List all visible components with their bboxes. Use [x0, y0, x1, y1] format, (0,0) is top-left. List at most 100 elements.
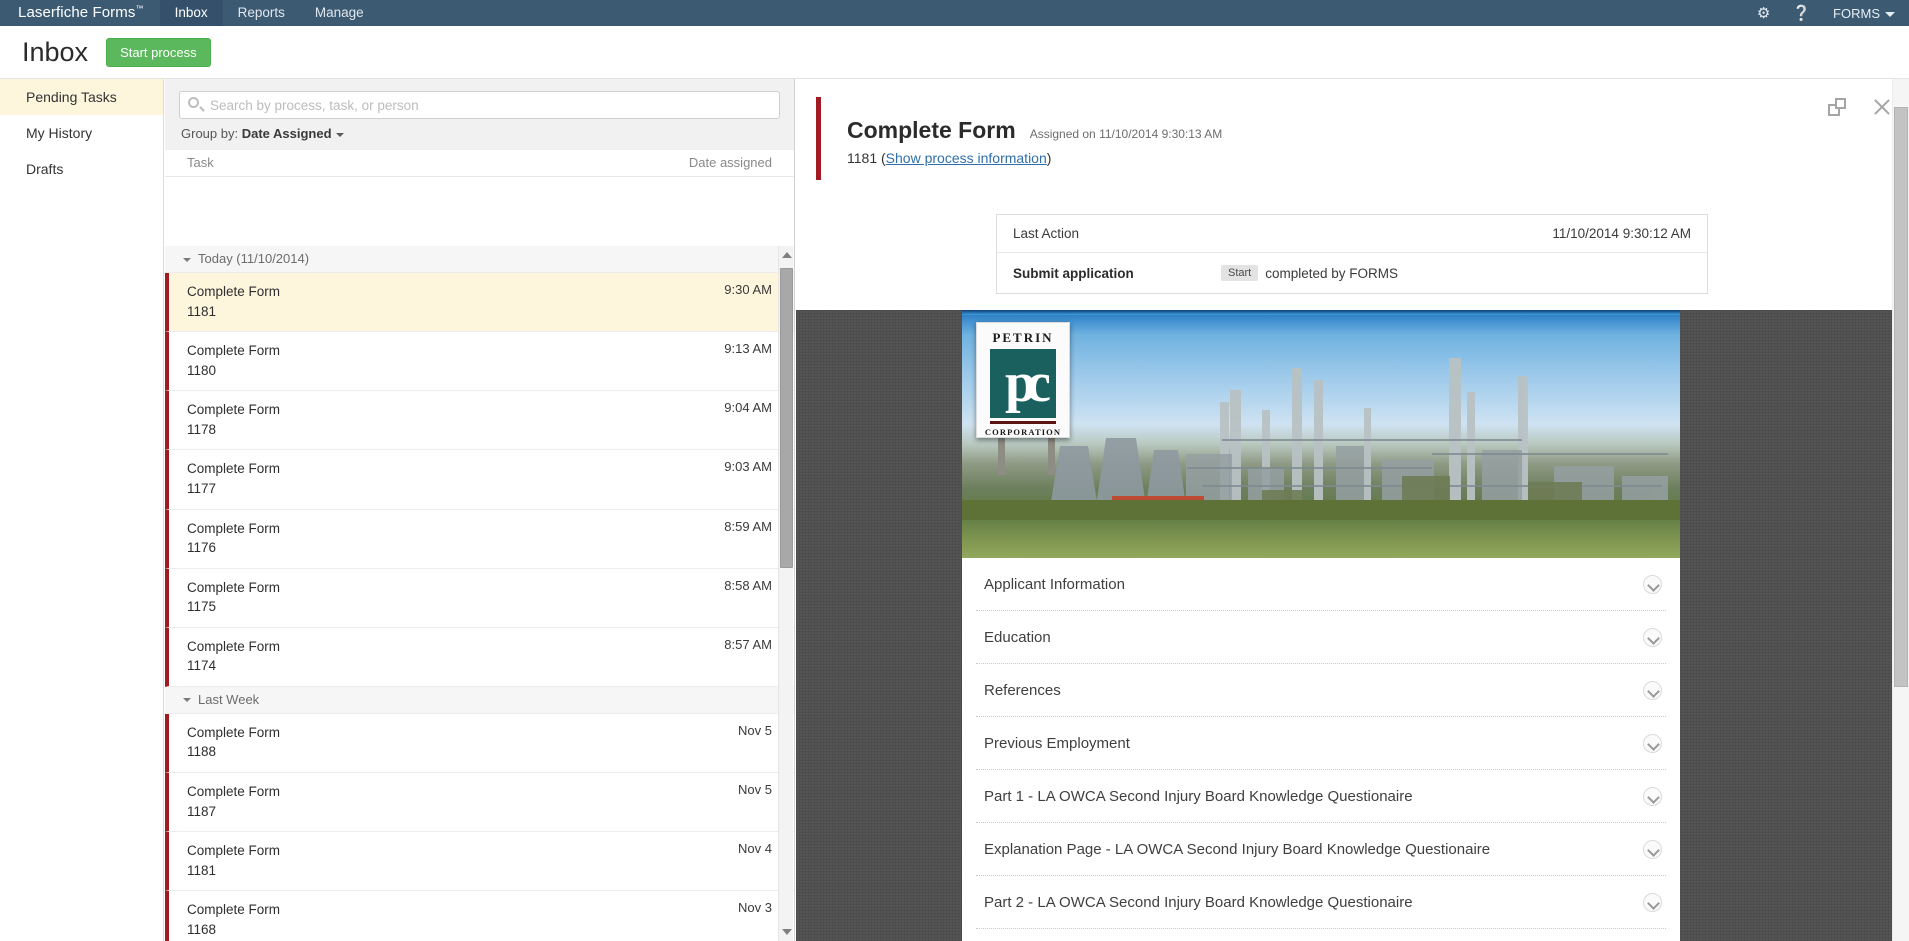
- user-menu-label: FORMS: [1833, 6, 1880, 21]
- task-row-main: Complete Form 1181: [169, 282, 280, 321]
- sidebar-item-pending-tasks[interactable]: Pending Tasks: [0, 79, 163, 115]
- task-row-main: Complete Form 1177: [169, 459, 280, 498]
- logo-word-corporation: CORPORATION: [985, 427, 1061, 437]
- column-header-date: Date assigned: [689, 155, 794, 170]
- task-group-label: Last Week: [198, 692, 259, 707]
- form-viewer: PETRIN pc CORPORATION Applicant Informat…: [796, 310, 1892, 941]
- form-section-label: References: [984, 682, 1061, 699]
- form-section-part-1-questionaire[interactable]: Part 1 - LA OWCA Second Injury Board Kno…: [976, 770, 1666, 823]
- form-section-part-2-questionaire[interactable]: Part 2 - LA OWCA Second Injury Board Kno…: [976, 876, 1666, 929]
- start-process-button[interactable]: Start process: [106, 38, 211, 67]
- close-icon[interactable]: [1872, 97, 1892, 117]
- sign-post-right: [1048, 435, 1055, 475]
- task-row-main: Complete Form 1176: [169, 519, 280, 558]
- task-id: 1174: [187, 656, 280, 676]
- table-row[interactable]: Complete Form 1174 8:57 AM: [165, 628, 794, 687]
- detail-header: Complete Form Assigned on 11/10/2014 9:3…: [816, 97, 1892, 180]
- chevron-down-icon[interactable]: [1643, 787, 1662, 806]
- status-badge: Start: [1221, 265, 1258, 281]
- show-process-information-link[interactable]: Show process information: [886, 150, 1047, 166]
- table-row[interactable]: Complete Form 1177 9:03 AM: [165, 450, 794, 509]
- paren-close: ): [1047, 150, 1052, 166]
- table-row[interactable]: Complete Form 1178 9:04 AM: [165, 391, 794, 450]
- page-scrollbar-thumb[interactable]: [1894, 107, 1908, 687]
- form-section-explanation-page-questionaire[interactable]: Explanation Page - LA OWCA Second Injury…: [976, 823, 1666, 876]
- chevron-down-icon[interactable]: [1643, 734, 1662, 753]
- logo-word-petrin: PETRIN: [992, 330, 1053, 346]
- group-by-row: Group by: Date Assigned: [165, 119, 794, 150]
- group-by-selector[interactable]: Date Assigned: [242, 126, 344, 141]
- nav-tab-inbox[interactable]: Inbox: [160, 0, 223, 26]
- chevron-down-icon[interactable]: [1643, 575, 1662, 594]
- detail-actions: [1828, 97, 1892, 117]
- chevron-down-icon[interactable]: [1643, 681, 1662, 700]
- task-id: 1181: [187, 302, 280, 322]
- task-list-panel: Group by: Date Assigned Task Date assign…: [165, 79, 795, 941]
- help-icon[interactable]: ❔: [1792, 6, 1811, 21]
- task-name: Complete Form: [187, 341, 280, 361]
- form-sections: Applicant Information Education Referenc…: [962, 558, 1680, 941]
- form-section-education[interactable]: Education: [976, 611, 1666, 664]
- petrin-logo: PETRIN pc CORPORATION: [976, 322, 1070, 438]
- task-id: 1168: [187, 920, 280, 940]
- trademark-symbol: ™: [135, 4, 143, 13]
- task-id: 1188: [187, 742, 280, 762]
- form-section-references[interactable]: References: [976, 664, 1666, 717]
- user-menu[interactable]: FORMS: [1833, 6, 1895, 21]
- task-list-scrollbar[interactable]: [778, 246, 793, 941]
- form-section-applicant-information[interactable]: Applicant Information: [976, 558, 1666, 611]
- task-row-main: Complete Form 1188: [169, 723, 280, 762]
- last-action-step: Submit application: [1013, 266, 1221, 281]
- detail-title: Complete Form: [847, 117, 1016, 144]
- detail-instance-id: 1181: [847, 150, 877, 166]
- last-action-completed-by: completed by FORMS: [1265, 266, 1398, 281]
- table-row[interactable]: Complete Form 1175 8:58 AM: [165, 569, 794, 628]
- table-row[interactable]: Complete Form 1180 9:13 AM: [165, 332, 794, 391]
- form-section-label: Education: [984, 629, 1051, 646]
- page-scrollbar[interactable]: [1892, 79, 1909, 941]
- sidebar-item-my-history[interactable]: My History: [0, 115, 163, 151]
- task-row-main: Complete Form 1181: [169, 841, 280, 880]
- form-section-w4-withholding-certificate[interactable]: W-4 Employee's Withholding Allowance Cer…: [976, 929, 1666, 941]
- scroll-up-icon[interactable]: [782, 252, 792, 258]
- last-action-body: Submit application Start completed by FO…: [997, 253, 1707, 293]
- table-row[interactable]: Complete Form 1176 8:59 AM: [165, 510, 794, 569]
- nav-tab-reports[interactable]: Reports: [223, 0, 300, 26]
- task-name: Complete Form: [187, 400, 280, 420]
- scroll-down-icon[interactable]: [782, 929, 792, 935]
- task-row-main: Complete Form 1180: [169, 341, 280, 380]
- popout-icon[interactable]: [1828, 98, 1846, 116]
- nav-tabs: Inbox Reports Manage: [160, 0, 379, 26]
- search-icon: [188, 97, 199, 108]
- gear-icon[interactable]: ⚙: [1757, 6, 1770, 21]
- task-list-scrollbar-thumb[interactable]: [780, 268, 793, 568]
- table-row[interactable]: Complete Form 1168 Nov 3: [165, 891, 794, 941]
- task-group-header-last-week[interactable]: Last Week: [165, 687, 794, 714]
- task-name: Complete Form: [187, 637, 280, 657]
- sign-post-left: [998, 435, 1005, 475]
- chevron-down-icon[interactable]: [1643, 628, 1662, 647]
- search-box[interactable]: [179, 91, 780, 119]
- task-id: 1181: [187, 861, 280, 881]
- table-row[interactable]: Complete Form 1181 Nov 4: [165, 832, 794, 891]
- table-row[interactable]: Complete Form 1181 9:30 AM: [165, 273, 794, 332]
- task-row-main: Complete Form 1187: [169, 782, 280, 821]
- group-by-label: Group by:: [181, 126, 238, 141]
- table-row[interactable]: Complete Form 1188 Nov 5: [165, 714, 794, 773]
- chevron-down-icon[interactable]: [1643, 893, 1662, 912]
- nav-right-group: ⚙ ❔ FORMS: [1757, 0, 1909, 26]
- chevron-down-icon[interactable]: [1643, 840, 1662, 859]
- company-banner-image: PETRIN pc CORPORATION: [962, 310, 1680, 558]
- chevron-down-icon: [336, 133, 344, 137]
- sidebar-item-drafts[interactable]: Drafts: [0, 151, 163, 187]
- form-page: PETRIN pc CORPORATION Applicant Informat…: [962, 310, 1680, 941]
- nav-tab-manage[interactable]: Manage: [300, 0, 379, 26]
- task-id: 1177: [187, 479, 280, 499]
- task-id: 1180: [187, 361, 280, 381]
- search-input[interactable]: [180, 92, 779, 118]
- task-group-header-today[interactable]: Today (11/10/2014): [165, 246, 794, 273]
- form-section-label: Explanation Page - LA OWCA Second Injury…: [984, 841, 1490, 858]
- table-row[interactable]: Complete Form 1187 Nov 5: [165, 773, 794, 832]
- form-section-previous-employment[interactable]: Previous Employment: [976, 717, 1666, 770]
- task-name: Complete Form: [187, 782, 280, 802]
